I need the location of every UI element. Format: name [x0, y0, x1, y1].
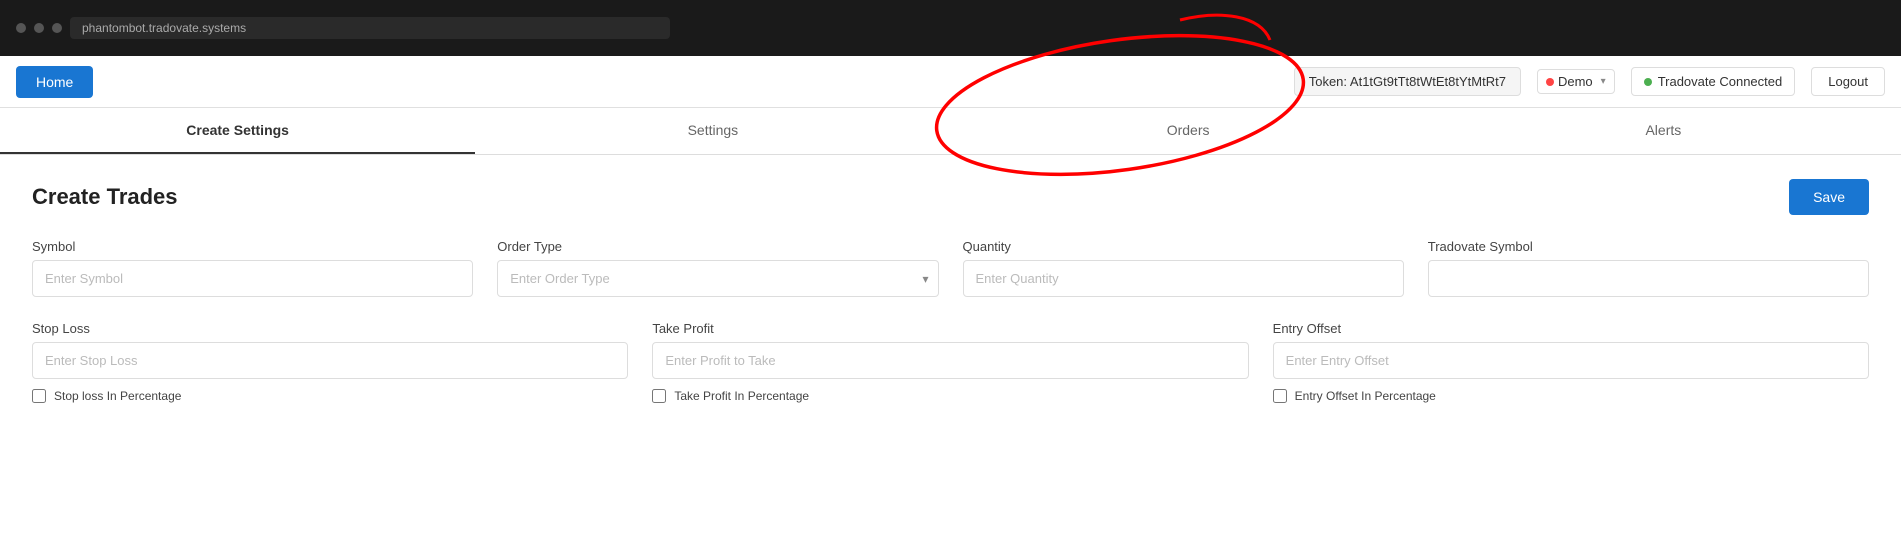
take-profit-percentage-checkbox[interactable] [652, 389, 666, 403]
entry-offset-group: Entry Offset Entry Offset In Percentage [1273, 321, 1869, 403]
browser-dot-3 [52, 23, 62, 33]
app-header: Home Token: At1tGt9tTt8tWtEt8tYtMtRt7 De… [0, 56, 1901, 108]
tradovate-symbol-input[interactable]: NQH2 [1428, 260, 1869, 297]
tab-alerts[interactable]: Alerts [1426, 108, 1901, 154]
take-profit-input[interactable] [652, 342, 1248, 379]
take-profit-label: Take Profit [652, 321, 1248, 336]
tab-create-settings[interactable]: Create Settings [0, 108, 475, 154]
chevron-down-icon: ▾ [1601, 76, 1606, 87]
browser-dot-2 [34, 23, 44, 33]
stop-loss-percentage-checkbox[interactable] [32, 389, 46, 403]
main-content: Create Trades Save Symbol Order Type Ent… [0, 155, 1901, 443]
connected-label: Tradovate Connected [1658, 74, 1783, 89]
form-row-1: Symbol Order Type Enter Order Type ▾ Qua… [32, 239, 1869, 297]
page-title: Create Trades [32, 184, 178, 210]
home-button[interactable]: Home [16, 66, 93, 98]
browser-bar: phantombot.tradovate.systems [0, 0, 1901, 56]
tab-settings[interactable]: Settings [475, 108, 950, 154]
entry-offset-percentage-checkbox[interactable] [1273, 389, 1287, 403]
stop-loss-percentage-label: Stop loss In Percentage [54, 389, 181, 403]
entry-offset-checkbox-row: Entry Offset In Percentage [1273, 389, 1869, 403]
browser-url[interactable]: phantombot.tradovate.systems [70, 17, 670, 39]
entry-offset-label: Entry Offset [1273, 321, 1869, 336]
symbol-input[interactable] [32, 260, 473, 297]
take-profit-group: Take Profit Take Profit In Percentage [652, 321, 1248, 403]
form-row-2: Stop Loss Stop loss In Percentage Take P… [32, 321, 1869, 403]
quantity-input[interactable] [963, 260, 1404, 297]
quantity-group: Quantity [963, 239, 1404, 297]
demo-selector[interactable]: Demo ▾ [1537, 69, 1615, 94]
nav-tabs: Create Settings Settings Orders Alerts [0, 108, 1901, 155]
token-display: Token: At1tGt9tTt8tWtEt8tYtMtRt7 [1294, 67, 1521, 96]
tab-orders[interactable]: Orders [951, 108, 1426, 154]
order-type-select[interactable]: Enter Order Type [497, 260, 938, 297]
connected-badge: Tradovate Connected [1631, 67, 1796, 96]
stop-loss-group: Stop Loss Stop loss In Percentage [32, 321, 628, 403]
browser-dot-1 [16, 23, 26, 33]
order-type-select-wrapper: Enter Order Type ▾ [497, 260, 938, 297]
order-type-group: Order Type Enter Order Type ▾ [497, 239, 938, 297]
demo-label: Demo [1558, 74, 1593, 89]
entry-offset-percentage-label: Entry Offset In Percentage [1295, 389, 1436, 403]
logout-button[interactable]: Logout [1811, 67, 1885, 96]
take-profit-percentage-label: Take Profit In Percentage [674, 389, 809, 403]
take-profit-checkbox-row: Take Profit In Percentage [652, 389, 1248, 403]
save-button[interactable]: Save [1789, 179, 1869, 215]
connected-dot [1644, 78, 1652, 86]
page-header: Create Trades Save [32, 179, 1869, 215]
symbol-group: Symbol [32, 239, 473, 297]
stop-loss-input[interactable] [32, 342, 628, 379]
tradovate-symbol-label: Tradovate Symbol [1428, 239, 1869, 254]
stop-loss-checkbox-row: Stop loss In Percentage [32, 389, 628, 403]
quantity-label: Quantity [963, 239, 1404, 254]
symbol-label: Symbol [32, 239, 473, 254]
tradovate-symbol-group: Tradovate Symbol NQH2 [1428, 239, 1869, 297]
demo-status-dot [1546, 78, 1554, 86]
order-type-label: Order Type [497, 239, 938, 254]
stop-loss-label: Stop Loss [32, 321, 628, 336]
entry-offset-input[interactable] [1273, 342, 1869, 379]
